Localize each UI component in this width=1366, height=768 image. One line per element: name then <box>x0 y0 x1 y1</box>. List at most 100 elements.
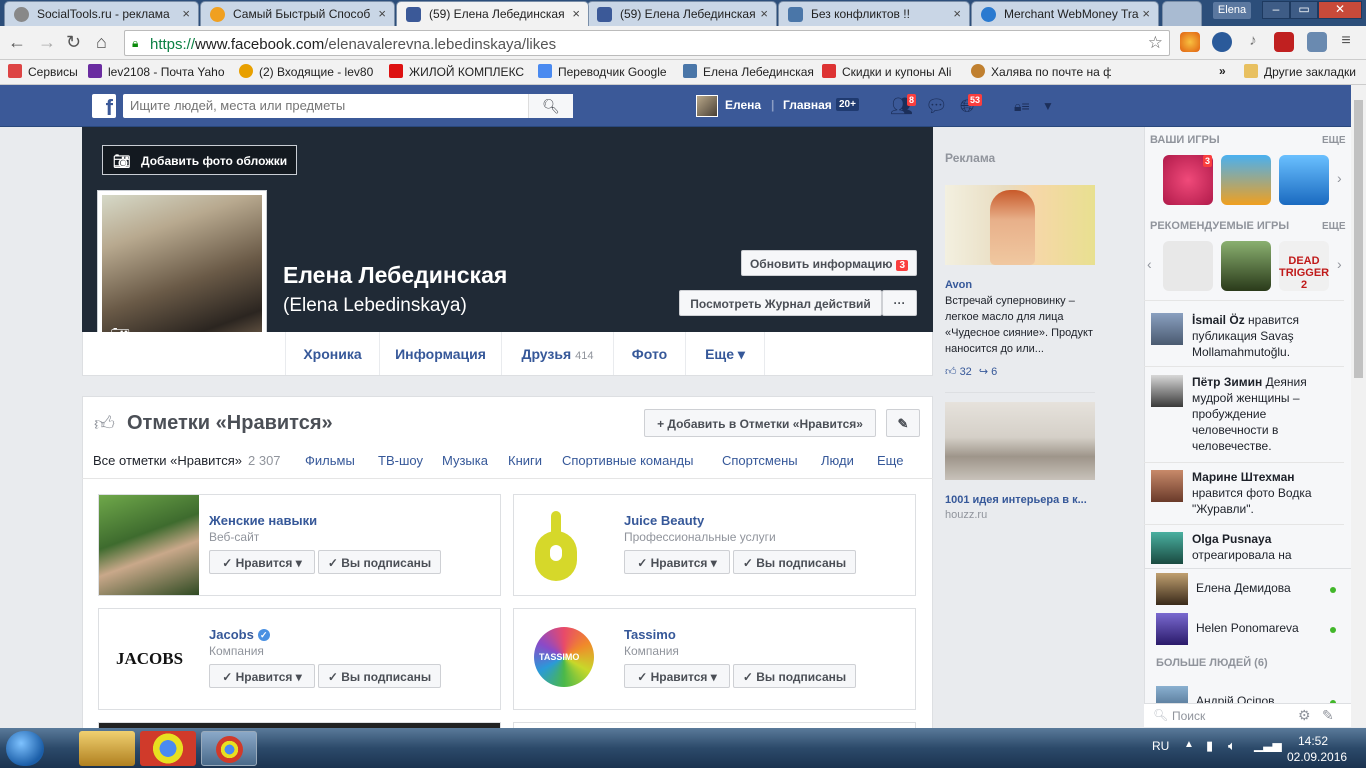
likes-tab-music[interactable]: Музыка <box>442 453 488 468</box>
close-tab-icon[interactable]: × <box>572 6 580 21</box>
ticker-item[interactable]: Olga Pusnaya отреагировала на <box>1144 524 1344 568</box>
ad-image[interactable] <box>945 402 1095 480</box>
profile-link[interactable]: Елена <box>725 98 761 112</box>
extension-icon[interactable] <box>1180 32 1200 52</box>
activity-log-button[interactable]: Посмотреть Журнал действий <box>679 290 882 316</box>
update-info-button[interactable]: Обновить информацию 3 <box>741 250 917 276</box>
likes-tab-sports-teams[interactable]: Спортивные команды <box>562 453 693 468</box>
next-arrow-icon[interactable]: › <box>1337 170 1342 186</box>
home-link[interactable]: Главная <box>783 98 832 112</box>
following-button[interactable]: ✓ Вы подписаны <box>318 664 441 688</box>
explorer-icon[interactable] <box>79 731 135 766</box>
page-thumbnail[interactable] <box>514 495 614 595</box>
more-options-button[interactable]: ··· <box>882 290 917 316</box>
bookmark-item[interactable]: Елена Лебединская <box>683 64 818 79</box>
browser-tab[interactable]: SocialTools.ru - реклама × <box>4 1 199 26</box>
avatar[interactable] <box>696 95 718 117</box>
url-text[interactable]: https://www.facebook.com/elenavalerevna.… <box>150 36 556 53</box>
liked-dropdown-button[interactable]: ✓ Нравится ▾ <box>209 664 315 688</box>
network-icon[interactable]: ▮ <box>1206 738 1213 754</box>
prev-arrow-icon[interactable]: ‹ <box>1147 256 1152 272</box>
clock-time[interactable]: 14:52 <box>1298 734 1328 748</box>
angry-birds-friends-game[interactable] <box>1221 155 1271 205</box>
more-bookmarks-button[interactable]: » <box>1219 64 1226 78</box>
like-icon[interactable]: 👍︎ <box>945 366 957 378</box>
volume-icon[interactable]: 🔈︎ <box>1228 738 1236 754</box>
likes-tab-people[interactable]: Люди <box>821 453 854 468</box>
page-title[interactable]: Jacobs ✓ <box>209 627 270 642</box>
chrome-icon[interactable] <box>140 731 196 766</box>
next-arrow-icon[interactable]: › <box>1337 256 1342 272</box>
close-tab-icon[interactable]: × <box>1142 6 1150 21</box>
liked-dropdown-button[interactable]: ✓ Нравится ▾ <box>209 550 315 574</box>
ticker-item[interactable]: Пётр Зимин Деяния мудрой женщины – пробу… <box>1144 366 1344 462</box>
menu-icon[interactable]: ≡ <box>1336 32 1356 52</box>
extension-icon[interactable] <box>1307 32 1327 52</box>
privacy-shortcuts-icon[interactable]: 🔒︎≡ <box>1014 98 1030 115</box>
close-tab-icon[interactable]: × <box>378 6 386 21</box>
ad-text[interactable]: Встречай суперновинку – легкое масло для… <box>945 293 1095 357</box>
tab-more[interactable]: Еще ▾ <box>685 332 765 375</box>
power-extension-icon[interactable] <box>1212 32 1232 52</box>
likes-tab-all[interactable]: Все отметки «Нравится» 2 307 <box>93 453 281 468</box>
address-bar[interactable]: 🔒︎ https://www.facebook.com/elenavalerev… <box>124 30 1170 56</box>
bookmark-star-icon[interactable]: ☆ <box>1148 33 1163 53</box>
page-title[interactable]: Tassimo <box>624 627 676 642</box>
browser-tab[interactable]: Без конфликтов !! × <box>778 1 970 26</box>
back-icon[interactable]: ← <box>8 32 26 53</box>
compose-icon[interactable]: ✎ <box>1322 707 1334 724</box>
tray-arrow-icon[interactable]: ▲ <box>1184 739 1194 750</box>
close-tab-icon[interactable]: × <box>760 6 768 21</box>
tab-friends[interactable]: Друзья 414 <box>501 332 613 375</box>
agar-game[interactable] <box>1163 241 1213 291</box>
following-button[interactable]: ✓ Вы подписаны <box>733 550 856 574</box>
ad-domain[interactable]: houzz.ru <box>945 509 987 521</box>
browser-tab[interactable]: (59) Елена Лебединская × <box>587 1 777 26</box>
profile-chip[interactable]: Elena <box>1213 2 1251 19</box>
bookmark-item[interactable]: Халява по почте на ф <box>971 64 1111 79</box>
scrollbar-thumb[interactable] <box>1354 100 1363 378</box>
chat-contact[interactable]: Елена Демидова <box>1144 569 1344 607</box>
likes-tab-athletes[interactable]: Спортсмены <box>722 453 798 468</box>
maximize-button[interactable]: ▭ <box>1290 1 1318 19</box>
minimize-button[interactable]: – <box>1262 1 1290 19</box>
likes-tab-books[interactable]: Книги <box>508 453 542 468</box>
page-thumbnail[interactable]: JACOBS <box>99 609 199 709</box>
edit-icon[interactable]: ✎ <box>886 409 920 437</box>
close-tab-icon[interactable]: × <box>182 6 190 21</box>
bookmark-item[interactable]: (2) Входящие - lev80 <box>239 64 379 79</box>
account-menu-icon[interactable]: ▼ <box>1042 99 1054 113</box>
recommended-more-link[interactable]: ЕЩЕ <box>1322 221 1346 232</box>
page-thumbnail[interactable]: TASSIMO <box>514 609 614 709</box>
liked-dropdown-button[interactable]: ✓ Нравится ▾ <box>624 664 730 688</box>
close-tab-icon[interactable]: × <box>953 6 961 21</box>
liked-dropdown-button[interactable]: ✓ Нравится ▾ <box>624 550 730 574</box>
tab-timeline[interactable]: Хроника <box>285 332 379 375</box>
close-window-button[interactable]: ✕ <box>1318 1 1362 19</box>
messages-icon[interactable]: 💬︎ <box>925 96 948 117</box>
likes-tab-more[interactable]: Еще <box>877 453 903 468</box>
signal-icon[interactable]: ▁▃▅ <box>1254 738 1282 752</box>
add-likes-button[interactable]: + Добавить в Отметки «Нравится» <box>644 409 876 437</box>
tab-photos[interactable]: Фото <box>613 332 685 375</box>
ad-sponsor[interactable]: Avon <box>945 279 972 291</box>
reload-icon[interactable]: ↻ <box>66 32 81 53</box>
language-indicator[interactable]: RU <box>1152 739 1169 753</box>
chat-contact[interactable]: Helen Ponomareva <box>1144 609 1344 647</box>
bell-icon[interactable]: ♪ <box>1243 32 1263 52</box>
likes-tab-movies[interactable]: Фильмы <box>305 453 355 468</box>
gear-icon[interactable]: ⚙ <box>1298 707 1311 724</box>
bookmark-item[interactable]: lev2108 - Почта Yaho <box>88 64 228 79</box>
shooter-game[interactable] <box>1221 241 1271 291</box>
browser-tab[interactable]: Самый Быстрый Способ × <box>200 1 395 26</box>
games-more-link[interactable]: ЕЩЕ <box>1322 135 1346 146</box>
bookmark-item[interactable]: Скидки и купоны Ali <box>822 64 962 79</box>
search-icon[interactable]: 🔍︎ <box>528 94 573 118</box>
ticker-item[interactable]: İsmail Öz нравится публикация Savaş Moll… <box>1144 300 1344 366</box>
chat-search-input[interactable]: Поиск <box>1172 709 1205 723</box>
bookmark-item[interactable]: Переводчик Google <box>538 64 678 79</box>
add-cover-photo-button[interactable]: 📷︎ Добавить фото обложки <box>102 145 297 175</box>
other-bookmarks-folder[interactable]: Другие закладки <box>1244 64 1356 79</box>
following-button[interactable]: ✓ Вы подписаны <box>733 664 856 688</box>
chrome-active-icon[interactable] <box>201 731 257 766</box>
